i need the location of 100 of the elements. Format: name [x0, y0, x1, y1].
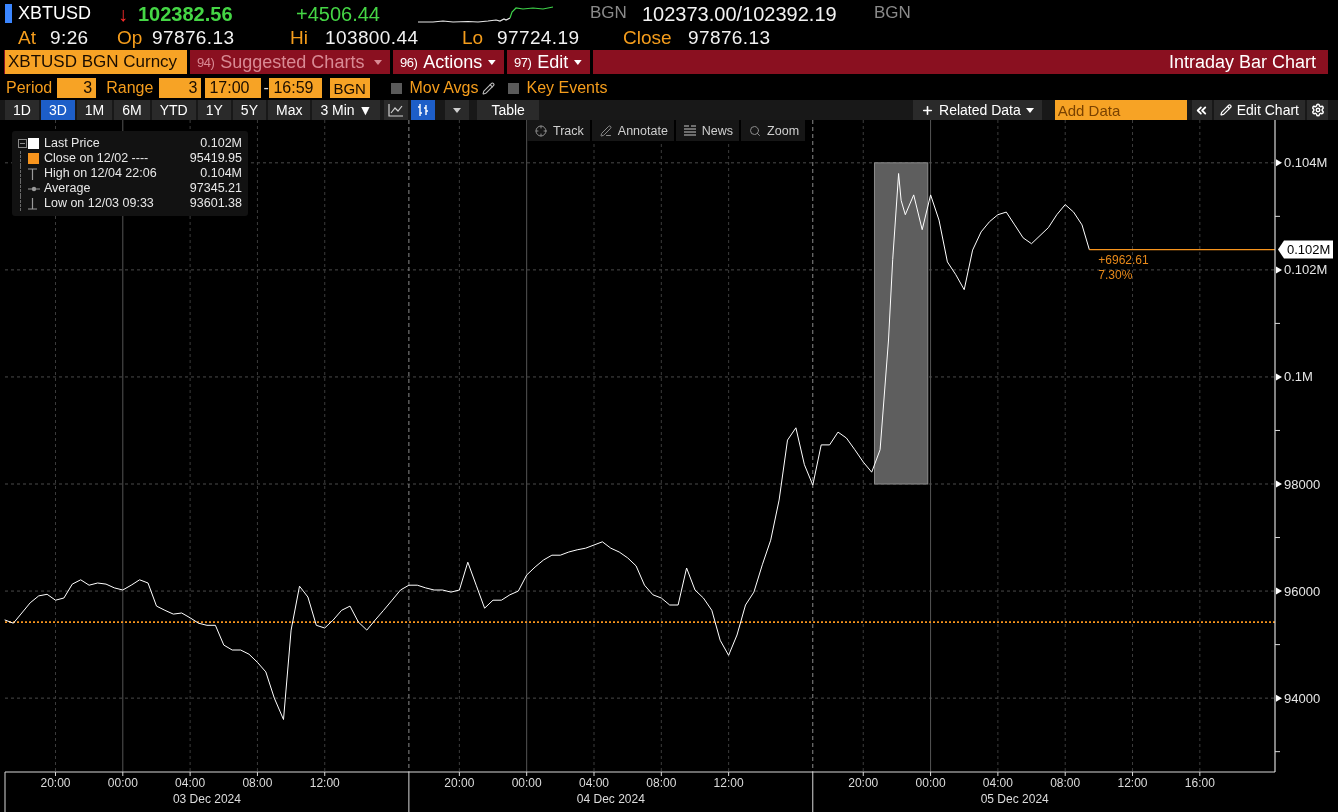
y-tick-label: 98000	[1284, 476, 1321, 492]
chart-tool-button[interactable]: Annotate	[591, 120, 674, 141]
legend-value: 97345.21	[188, 181, 242, 196]
range-field[interactable]: 3	[159, 78, 202, 98]
x-axis-label: 20:00	[848, 776, 879, 790]
stat-label: Hi	[290, 27, 308, 49]
y-tick-label: 0.102M	[1284, 262, 1328, 278]
range-tab[interactable]: 6M	[114, 100, 150, 120]
y-axis-label: 0.102M	[1276, 262, 1328, 278]
range-tab[interactable]: YTD	[151, 100, 196, 120]
range-tab[interactable]: 3D	[40, 100, 75, 120]
chart-tool-button[interactable]: News	[675, 120, 740, 141]
source-field[interactable]: BGN	[330, 78, 371, 98]
caret-icon	[574, 59, 582, 65]
stat-value: 97876.13	[152, 27, 235, 49]
bid-ask: 102373.00/102392.19	[642, 2, 837, 25]
stat-label: Lo	[462, 27, 484, 49]
price-change: +4506.44	[296, 2, 380, 25]
checkbox[interactable]	[391, 82, 403, 94]
legend-value: 93601.38	[188, 196, 242, 211]
source-label: BGN	[874, 4, 911, 23]
crosshair-icon	[535, 124, 547, 137]
legend-label: Close on 12/02 ----	[44, 151, 150, 166]
table-button[interactable]: Table	[477, 100, 539, 120]
stat-label: Close	[623, 27, 672, 49]
y-axis-label: 94000	[1276, 690, 1321, 706]
bar-chart-icon	[416, 103, 431, 117]
high-marker-icon	[28, 167, 37, 180]
y-tick-label: 96000	[1284, 583, 1321, 599]
range-tab[interactable]: 1Y	[197, 100, 231, 120]
date-label: 04 Dec 2024	[576, 792, 645, 806]
caret-icon	[488, 59, 496, 65]
last-price: 102382.56	[138, 2, 233, 25]
period-label: Period	[6, 79, 53, 97]
caret-icon	[374, 59, 382, 65]
chart-type-button[interactable]	[411, 100, 436, 120]
x-axis-label: 08:00	[646, 776, 677, 790]
x-axis-label: 00:00	[915, 776, 946, 790]
caret-icon	[453, 107, 462, 113]
security-field[interactable]: XBTUSD BGN Curncy	[5, 50, 187, 74]
ticker-symbol: XBTUSD	[18, 3, 91, 24]
x-axis-label: 00:00	[511, 776, 542, 790]
chart-type-button[interactable]	[384, 100, 409, 120]
chart-title: Intraday Bar Chart	[1168, 51, 1316, 73]
chart-tool-button[interactable]: Track	[527, 120, 590, 141]
y-tick-label: 0.104M	[1284, 155, 1328, 171]
y-axis-label: 98000	[1276, 476, 1321, 492]
pencil-icon[interactable]	[482, 81, 496, 95]
range-tab[interactable]: 1D	[5, 100, 39, 120]
edit-chart-button[interactable]: Edit Chart	[1213, 100, 1305, 120]
date-label: 05 Dec 2024	[980, 792, 1049, 806]
dropdown-button[interactable]	[445, 100, 470, 120]
stat-value: 97876.13	[688, 27, 771, 49]
stat-value: 103800.44	[325, 27, 419, 49]
range-tab[interactable]: 5Y	[232, 100, 266, 120]
range-tab[interactable]: Max	[267, 100, 311, 120]
y-axis-label: 0.1M	[1276, 369, 1313, 385]
related-data-button[interactable]: Related Data	[913, 100, 1042, 120]
plus-icon	[921, 103, 935, 117]
x-axis-label: 16:00	[1184, 776, 1215, 790]
lines-icon	[683, 125, 696, 136]
stat-value: 9:26	[50, 27, 89, 49]
range-tab[interactable]: 1M	[76, 100, 113, 120]
legend-label: Low on 12/03 09:33	[44, 196, 155, 211]
end-time-field[interactable]: 16:59	[269, 78, 323, 98]
annotation-label: 7.30%	[1098, 267, 1133, 282]
collapse-button[interactable]	[1191, 100, 1212, 120]
period-field[interactable]: 3	[57, 78, 97, 98]
low-marker-icon	[28, 197, 37, 210]
start-time-field[interactable]: 17:00	[205, 78, 262, 98]
x-axis-label: 08:00	[242, 776, 273, 790]
search-icon	[749, 124, 762, 137]
legend-label: Last Price	[44, 136, 101, 151]
pencil-icon	[1219, 104, 1232, 116]
legend-label: High on 12/04 22:06	[44, 166, 158, 181]
average-marker-icon	[28, 185, 40, 192]
interval-button[interactable]: 3 Min ▼	[312, 100, 381, 120]
chart-tool-button[interactable]: Zoom	[741, 120, 806, 141]
annotation-label: +6962.61	[1098, 252, 1149, 267]
x-axis-label: 04:00	[579, 776, 609, 790]
legend-value: 95419.95	[188, 151, 242, 166]
legend-value: 0.102M	[199, 136, 242, 151]
collapse-icon[interactable]	[17, 139, 27, 148]
x-axis-label: 12:00	[713, 776, 744, 790]
settings-icon	[1310, 103, 1325, 117]
last-price-tag: 0.102M	[1278, 240, 1333, 259]
x-axis-label: 20:00	[444, 776, 475, 790]
add-data-field[interactable]: Add Data	[1054, 100, 1187, 120]
caret-icon	[1025, 107, 1034, 113]
toggle-label: Mov Avgs	[409, 79, 479, 97]
checkbox[interactable]	[508, 82, 520, 94]
date-label: 03 Dec 2024	[172, 792, 241, 806]
pen-icon	[599, 124, 612, 137]
legend-value: 0.104M	[199, 166, 242, 181]
range-label: Range	[106, 79, 154, 97]
x-axis-label: 12:00	[1117, 776, 1148, 790]
x-axis-label: 00:00	[107, 776, 138, 790]
toggle-label: Key Events	[526, 79, 608, 97]
tick-arrow: ↓	[118, 2, 128, 25]
settings-button[interactable]	[1307, 100, 1328, 120]
